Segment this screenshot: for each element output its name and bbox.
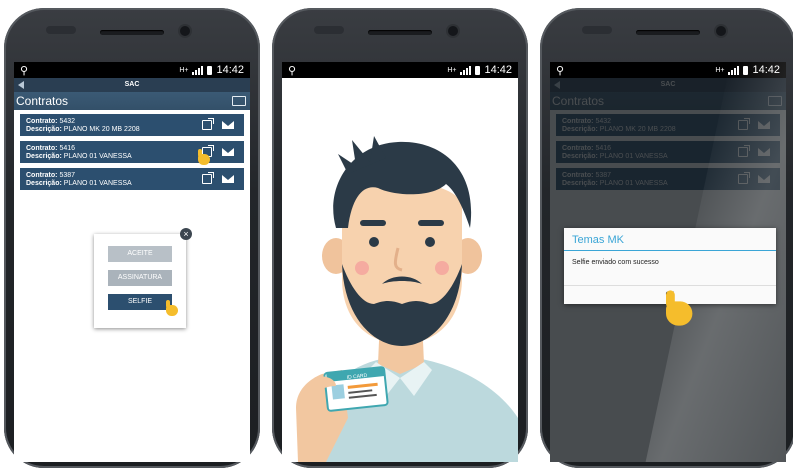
mail-icon[interactable] [222, 121, 234, 129]
contracts-header: Contratos [14, 92, 250, 110]
app-title: SAC [124, 81, 140, 88]
status-bar: ⚲ H+ 14:42 [14, 62, 250, 78]
aceite-button[interactable]: ACEITE [108, 246, 172, 262]
contract-label: Contrato: [26, 172, 58, 179]
speaker [636, 30, 700, 35]
contract-number: 5416 [59, 145, 76, 152]
contract-card[interactable]: Contrato: 5416 Descrição: PLANO 01 VANES… [20, 141, 244, 165]
signature-options-popup: × ACEITE ASSINATURA SELFIE [94, 228, 192, 328]
external-link-icon[interactable] [202, 172, 214, 184]
clock: 14:42 [216, 64, 244, 76]
description-label: Descrição: [26, 126, 62, 133]
contract-label: Contrato: [26, 118, 58, 125]
network-type: H+ [715, 66, 725, 74]
selfie-button[interactable]: SELFIE [108, 294, 172, 310]
screen-selfie: ⚲ H+ 14:42 ID CARD [282, 62, 518, 462]
description-label: Descrição: [26, 153, 62, 160]
front-camera [448, 26, 458, 36]
contract-description: PLANO 01 VANESSA [63, 153, 132, 160]
status-bar: ⚲ H+ 14:42 [282, 62, 518, 78]
mail-icon[interactable] [222, 148, 234, 156]
speaker [368, 30, 432, 35]
location-pin-icon: ⚲ [288, 64, 297, 77]
contract-card[interactable]: Contrato: 5432 Descrição: PLANO MK 20 MB… [20, 114, 244, 136]
signal-icon [460, 65, 472, 75]
toolbox-icon[interactable] [232, 96, 246, 106]
screen-contracts: ⚲ H+ 14:42 SAC Contratos Contrato: 5432 … [14, 62, 250, 462]
speaker [100, 30, 164, 35]
description-label: Descrição: [26, 180, 62, 187]
selfie-illustration: ID CARD [296, 136, 518, 462]
contract-description: PLANO MK 20 MB 2208 [63, 126, 140, 133]
front-camera [180, 26, 190, 36]
back-arrow-icon[interactable] [18, 81, 24, 89]
front-camera [716, 26, 726, 36]
signal-icon [192, 65, 204, 75]
screen-confirmation: ⚲ H+ 14:42 SAC Contratos Contrato: 5432 … [550, 62, 786, 462]
battery-icon [475, 65, 481, 75]
clock: 14:42 [484, 64, 512, 76]
phone-1: ⚲ H+ 14:42 SAC Contratos Contrato: 5432 … [4, 8, 260, 468]
external-link-icon[interactable] [202, 118, 214, 130]
location-pin-icon: ⚲ [556, 64, 565, 77]
location-pin-icon: ⚲ [20, 64, 29, 77]
mail-icon[interactable] [222, 175, 234, 183]
pointing-hand-icon [662, 290, 693, 326]
assinatura-button[interactable]: ASSINATURA [108, 270, 172, 286]
contract-number: 5432 [59, 118, 76, 125]
phone-3: ⚲ H+ 14:42 SAC Contratos Contrato: 5432 … [540, 8, 793, 468]
contract-card[interactable]: Contrato: 5387 Descrição: PLANO 01 VANES… [20, 168, 244, 190]
contract-number: 5387 [59, 172, 76, 179]
phone-2: ⚲ H+ 14:42 ID CARD [272, 8, 528, 468]
app-bar: SAC [14, 78, 250, 92]
battery-icon [207, 65, 213, 75]
network-type: H+ [179, 66, 189, 74]
contract-label: Contrato: [26, 145, 58, 152]
pointing-hand-icon [196, 149, 210, 165]
contract-list: Contrato: 5432 Descrição: PLANO MK 20 MB… [14, 110, 250, 199]
page-title: Contratos [16, 94, 69, 108]
dialog-message: Selfie enviado com sucesso [572, 259, 659, 266]
close-icon[interactable]: × [180, 228, 192, 240]
dialog-title: Temas MK [564, 228, 776, 251]
network-type: H+ [447, 66, 457, 74]
contract-description: PLANO 01 VANESSA [63, 180, 132, 187]
pointing-hand-icon [164, 300, 178, 316]
